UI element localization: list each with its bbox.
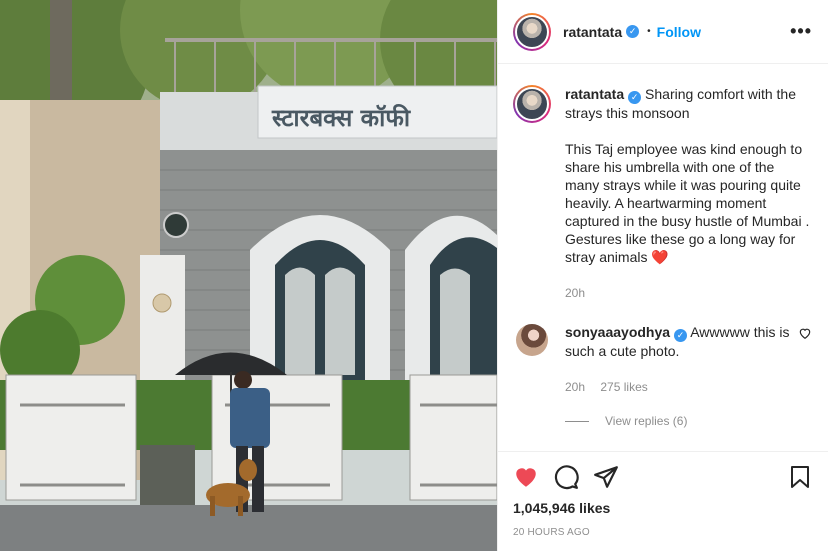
post-timestamp[interactable]: 20 HOURS AGO (513, 527, 812, 538)
author-avatar[interactable] (515, 14, 549, 49)
post-sidebar: ratantata ✓ • Follow ••• ratantata ✓ Shar… (497, 0, 828, 551)
separator-dot: • (647, 26, 651, 37)
heart-emoji-icon: ❤️ (651, 249, 669, 265)
photo-scene: स्टारबक्स कॉफी (0, 0, 497, 551)
comment-like-heart-icon[interactable] (798, 326, 812, 340)
verified-badge-icon: ✓ (626, 25, 640, 38)
more-options-icon[interactable]: ••• (790, 21, 812, 42)
comment-likes[interactable]: 275 likes (600, 380, 647, 394)
view-replies-label[interactable]: View replies (6) (605, 414, 687, 428)
verified-badge-icon: ✓ (674, 329, 688, 342)
author-avatar-ring[interactable] (513, 12, 551, 51)
bookmark-icon[interactable] (788, 464, 812, 490)
caption: ratantata ✓ Sharing comfort with the stra… (513, 85, 812, 302)
view-replies[interactable]: View replies (6) (565, 414, 812, 428)
comments-list[interactable]: ratantata ✓ Sharing comfort with the stra… (498, 65, 828, 451)
commenter-avatar[interactable] (516, 324, 548, 356)
commenter-username[interactable]: sonyaaayodhya (565, 324, 670, 340)
caption-meta: 20h (565, 284, 812, 302)
heart-filled-icon[interactable] (513, 464, 539, 490)
caption-line-2: This Taj employee was kind enough to sha… (565, 141, 810, 265)
comment-meta: 20h 275 likes (565, 378, 790, 396)
store-sign-text: स्टारबक्स कॉफी (271, 104, 411, 132)
caption-avatar[interactable] (515, 87, 549, 121)
post-actions: 1,045,946 likes 20 HOURS AGO (498, 451, 828, 551)
action-icons (513, 462, 812, 492)
caption-body: ratantata ✓ Sharing comfort with the stra… (565, 85, 812, 302)
caption-time[interactable]: 20h (565, 286, 585, 300)
post-photo[interactable]: स्टारबक्स कॉफी (0, 0, 497, 551)
caption-username[interactable]: ratantata (565, 86, 624, 102)
author-username[interactable]: ratantata (563, 24, 622, 40)
follow-button[interactable]: Follow (657, 24, 701, 40)
verified-badge-icon: ✓ (628, 91, 642, 104)
share-icon[interactable] (593, 464, 619, 490)
comment-item: sonyaaayodhya ✓ Awwwww this is such a cut… (513, 323, 812, 396)
caption-avatar-ring[interactable] (513, 85, 551, 123)
comment-time[interactable]: 20h (565, 380, 585, 394)
comment-icon[interactable] (553, 464, 579, 490)
comment-body: sonyaaayodhya ✓ Awwwww this is such a cut… (565, 323, 790, 396)
replies-divider (565, 420, 589, 422)
likes-count[interactable]: 1,045,946 likes (513, 500, 812, 516)
post-header: ratantata ✓ • Follow ••• (498, 0, 828, 64)
